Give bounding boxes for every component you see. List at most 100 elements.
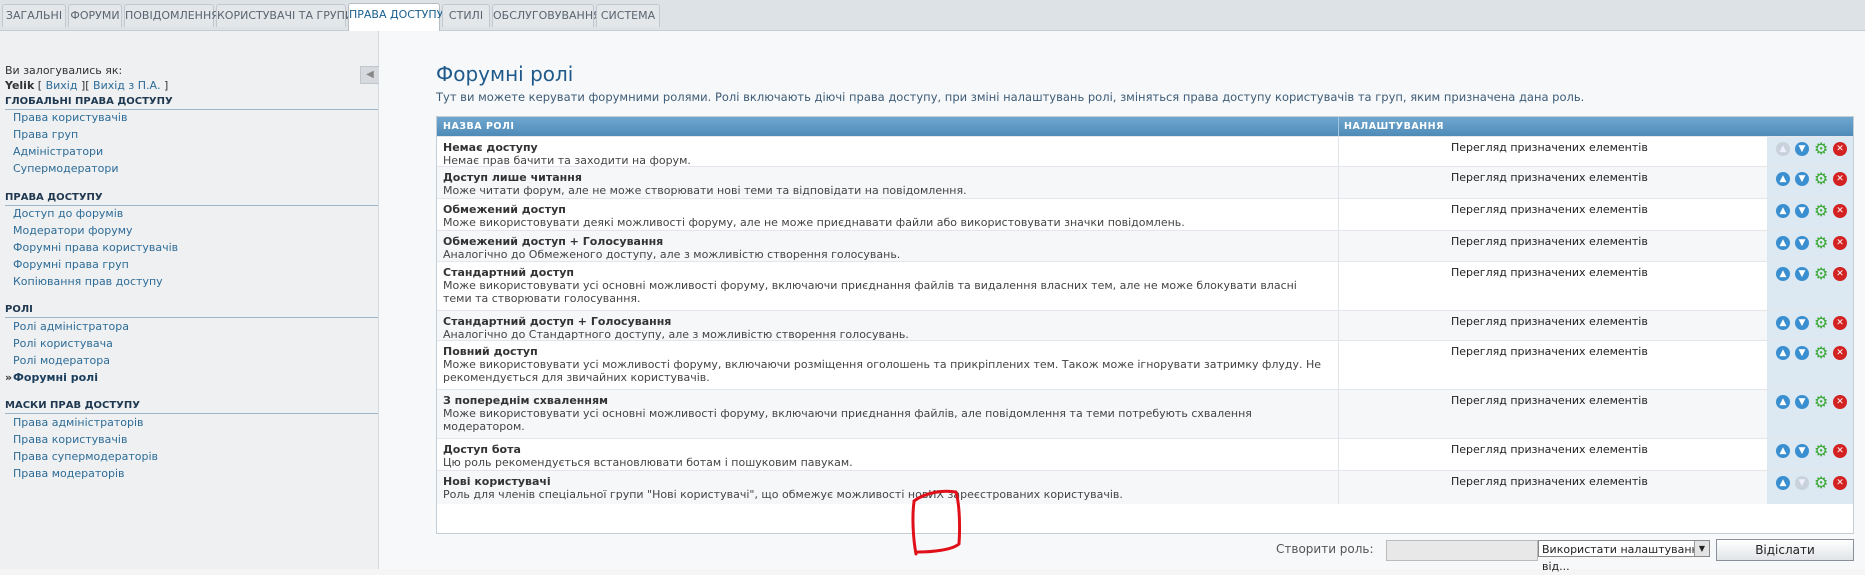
row-actions: ▲ ▼ ⚙ ✕ [1767,471,1853,504]
view-assigned-link[interactable]: Перегляд призначених елементів [1451,171,1648,184]
table-row: Немає доступу Немає прав бачити та заходи… [437,136,1853,167]
sidebar-item-user-permissions[interactable]: Права користувачів [13,111,127,124]
tab-posts[interactable]: Повідомлення [124,4,219,27]
move-down-icon[interactable]: ▼ [1795,444,1809,458]
move-up-icon[interactable]: ▲ [1776,267,1790,281]
settings-gear-icon[interactable]: ⚙ [1814,315,1828,331]
sidebar-item-forum-group-permissions[interactable]: Форумні права груп [13,258,129,271]
role-name: З попереднім схваленням [443,394,609,407]
delete-icon[interactable]: ✕ [1833,346,1847,360]
sidebar-item-moderator-masks[interactable]: Права модераторів [13,467,125,480]
settings-gear-icon[interactable]: ⚙ [1814,203,1828,219]
submit-button[interactable]: Відіслати [1716,539,1854,561]
move-up-icon[interactable]: ▲ [1776,346,1790,360]
page-title: Форумні ролі [436,62,574,86]
view-assigned-link[interactable]: Перегляд призначених елементів [1451,266,1648,279]
sidebar-item-group-permissions[interactable]: Права груп [13,128,78,141]
sidebar-item-forum-user-permissions[interactable]: Форумні права користувачів [13,241,178,254]
sidebar-item-supermoderator-masks[interactable]: Права супермодераторів [13,450,158,463]
copy-settings-select[interactable]: Використати налаштування від... ▼ [1538,540,1710,573]
settings-gear-icon[interactable]: ⚙ [1814,266,1828,282]
move-up-icon[interactable]: ▲ [1776,316,1790,330]
tab-general[interactable]: Загальні [2,4,66,27]
delete-icon[interactable]: ✕ [1833,172,1847,186]
move-up-icon[interactable]: ▲ [1776,444,1790,458]
table-row: З попереднім схваленням Може використовув… [437,389,1853,439]
login-label: Ви залогувались як: [5,64,123,77]
role-description: Роль для членів спеціальної групи "Нові … [443,488,1123,501]
sidebar-item-moderator-roles[interactable]: Ролі модератора [13,354,110,367]
role-description: Може використовувати усі основні можливо… [443,407,1252,433]
delete-icon[interactable]: ✕ [1833,267,1847,281]
move-down-icon[interactable]: ▼ [1795,316,1809,330]
delete-icon[interactable]: ✕ [1833,142,1847,156]
tab-styles[interactable]: Стилі [442,4,490,27]
move-up-icon[interactable]: ▲ [1776,476,1790,490]
view-assigned-link[interactable]: Перегляд призначених елементів [1451,315,1648,328]
delete-icon[interactable]: ✕ [1833,316,1847,330]
settings-gear-icon[interactable]: ⚙ [1814,141,1828,157]
tab-maintenance[interactable]: Обслуговування [492,4,601,27]
delete-icon[interactable]: ✕ [1833,204,1847,218]
collapse-sidebar-icon[interactable]: ◀ [360,66,380,84]
sidebar-item-supermoderators[interactable]: Супермодератори [13,162,119,175]
move-up-icon[interactable]: ▲ [1776,172,1790,186]
view-assigned-link[interactable]: Перегляд призначених елементів [1451,345,1648,358]
roles-table: Назва ролі Налаштування Немає доступу Нем… [436,116,1854,534]
sidebar-item-admin-roles[interactable]: Ролі адміністратора [13,320,129,333]
logout-admin-link[interactable]: Вихід з П.А. [93,79,161,92]
view-assigned-link[interactable]: Перегляд призначених елементів [1451,141,1648,154]
view-assigned-link[interactable]: Перегляд призначених елементів [1451,203,1648,216]
delete-icon[interactable]: ✕ [1833,236,1847,250]
sidebar: Ви залогувались як: Yelik [ Вихід ][ Вих… [0,31,380,569]
settings-gear-icon[interactable]: ⚙ [1814,345,1828,361]
role-name: Нові користувачі [443,475,551,488]
sidebar-item-forum-access[interactable]: Доступ до форумів [13,207,123,220]
tab-forums[interactable]: Форуми [68,4,122,27]
move-down-icon[interactable]: ▼ [1795,236,1809,250]
table-row: Повний доступ Може використовувати усі мо… [437,340,1853,390]
move-down-icon[interactable]: ▼ [1795,172,1809,186]
logout-link[interactable]: Вихід [46,79,78,92]
move-up-icon[interactable]: ▲ [1776,395,1790,409]
delete-icon[interactable]: ✕ [1833,444,1847,458]
view-assigned-link[interactable]: Перегляд призначених елементів [1451,235,1648,248]
delete-icon[interactable]: ✕ [1833,395,1847,409]
move-up-icon[interactable]: ▲ [1776,236,1790,250]
sidebar-item-forum-roles[interactable]: Форумні ролі [5,371,98,384]
tab-system[interactable]: Система [596,4,660,27]
column-divider [1338,167,1339,199]
settings-gear-icon[interactable]: ⚙ [1814,475,1828,491]
row-actions: ▲ ▼ ⚙ ✕ [1767,167,1853,199]
sidebar-item-copy-permissions[interactable]: Копіювання прав доступу [13,275,163,288]
settings-gear-icon[interactable]: ⚙ [1814,394,1828,410]
move-down-icon[interactable]: ▼ [1795,267,1809,281]
move-down-icon[interactable]: ▼ [1795,395,1809,409]
chevron-down-icon[interactable]: ▼ [1694,541,1709,556]
view-assigned-link[interactable]: Перегляд призначених елементів [1451,475,1648,488]
delete-icon[interactable]: ✕ [1833,476,1847,490]
column-divider [1338,231,1339,262]
section-global-permissions: Глобальні права доступу [5,96,378,110]
sidebar-item-forum-moderators[interactable]: Модератори форуму [13,224,133,237]
view-assigned-link[interactable]: Перегляд призначених елементів [1451,394,1648,407]
table-header: Назва ролі Налаштування [437,117,1853,136]
tab-users-groups[interactable]: Користувачі та групи [216,4,353,27]
column-divider [1338,199,1339,231]
settings-gear-icon[interactable]: ⚙ [1814,235,1828,251]
sidebar-item-user-masks[interactable]: Права користувачів [13,433,127,446]
tab-permissions[interactable]: Права доступу [348,3,443,31]
create-role-input[interactable] [1386,540,1538,561]
move-down-icon[interactable]: ▼ [1795,142,1809,156]
sidebar-item-user-roles[interactable]: Ролі користувача [13,337,113,350]
sidebar-item-admin-masks[interactable]: Права адміністраторів [13,416,144,429]
view-assigned-link[interactable]: Перегляд призначених елементів [1451,443,1648,456]
move-down-icon[interactable]: ▼ [1795,346,1809,360]
sidebar-item-administrators[interactable]: Адміністратори [13,145,103,158]
column-divider [1338,137,1339,167]
settings-gear-icon[interactable]: ⚙ [1814,171,1828,187]
table-row: Нові користувачі Роль для членів спеціаль… [437,470,1853,504]
settings-gear-icon[interactable]: ⚙ [1814,443,1828,459]
move-down-icon[interactable]: ▼ [1795,204,1809,218]
move-up-icon[interactable]: ▲ [1776,204,1790,218]
